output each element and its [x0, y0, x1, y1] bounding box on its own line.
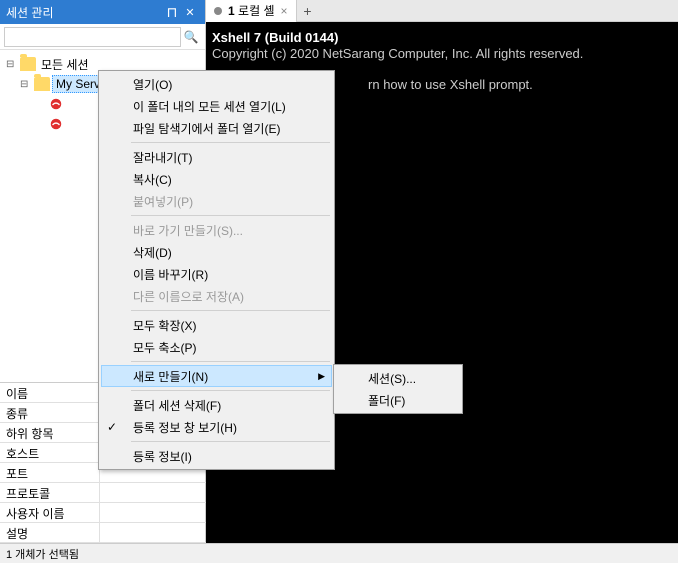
search-bar: 🔍 — [0, 24, 205, 50]
prop-label: 호스트 — [0, 443, 100, 462]
menu-item[interactable]: 등록 정보 창 보기(H)✓ — [101, 416, 332, 438]
status-bar: 1 개체가 선택됨 — [0, 543, 678, 563]
menu-item[interactable]: 모두 확장(X) — [101, 314, 332, 336]
prop-value — [100, 503, 206, 522]
pin-icon[interactable]: ⊓ — [163, 3, 181, 21]
sidebar-title: 세션 관리 — [6, 4, 163, 21]
menu-separator — [131, 310, 330, 311]
menu-item[interactable]: 새로 만들기(N)▶ — [101, 365, 332, 387]
search-input[interactable] — [4, 27, 181, 47]
session-icon — [48, 116, 64, 132]
collapse-icon[interactable]: ⊟ — [20, 79, 32, 90]
menu-item[interactable]: 삭제(D) — [101, 241, 332, 263]
menu-separator — [131, 215, 330, 216]
menu-item[interactable]: 이 폴더 내의 모든 세션 열기(L) — [101, 95, 332, 117]
collapse-icon[interactable]: ⊟ — [6, 59, 18, 70]
check-icon: ✓ — [107, 420, 117, 434]
prop-label: 사용자 이름 — [0, 503, 100, 522]
terminal-line: rn how to use Xshell prompt. — [368, 77, 533, 92]
prop-label: 하위 항목 — [0, 423, 100, 442]
menu-item[interactable]: 폴더 세션 삭제(F) — [101, 394, 332, 416]
prop-row: 프로토콜 — [0, 483, 206, 503]
terminal-line: Copyright (c) 2020 NetSarang Computer, I… — [212, 46, 583, 61]
terminal-line: Xshell 7 (Build 0144) — [212, 30, 338, 45]
search-icon[interactable]: 🔍 — [181, 30, 201, 44]
menu-item: 붙여넣기(P) — [101, 190, 332, 212]
prop-label: 포트 — [0, 463, 100, 482]
menu-item[interactable]: 등록 정보(I) — [101, 445, 332, 467]
menu-item[interactable]: 복사(C) — [101, 168, 332, 190]
menu-item: 다른 이름으로 저장(A) — [101, 285, 332, 307]
menu-separator — [131, 390, 330, 391]
prop-row: 사용자 이름 — [0, 503, 206, 523]
folder-icon — [34, 77, 50, 91]
tab-bar: 1 로컬 셸 × + — [206, 0, 678, 22]
folder-icon — [20, 57, 36, 71]
tab-add-button[interactable]: + — [297, 3, 319, 19]
menu-separator — [131, 441, 330, 442]
tree-label-root: 모든 세션 — [38, 55, 92, 74]
tab-label: 1 로컬 셸 — [228, 2, 275, 19]
status-text: 1 개체가 선택됨 — [6, 549, 79, 561]
menu-item[interactable]: 파일 탐색기에서 폴더 열기(E) — [101, 117, 332, 139]
menu-item[interactable]: 이름 바꾸기(R) — [101, 263, 332, 285]
session-icon — [48, 96, 64, 112]
menu-separator — [131, 361, 330, 362]
menu-item[interactable]: 잘라내기(T) — [101, 146, 332, 168]
submenu-new: 세션(S)...폴더(F) — [333, 364, 463, 414]
prop-label: 종류 — [0, 403, 100, 422]
prop-label: 설명 — [0, 523, 100, 542]
submenu-item[interactable]: 세션(S)... — [336, 367, 460, 389]
tab-close-icon[interactable]: × — [281, 4, 288, 18]
prop-row: 설명 — [0, 523, 206, 543]
menu-item[interactable]: 열기(O) — [101, 73, 332, 95]
prop-label: 프로토콜 — [0, 483, 100, 502]
menu-separator — [131, 142, 330, 143]
menu-item: 바로 가기 만들기(S)... — [101, 219, 332, 241]
close-icon[interactable]: ✕ — [181, 3, 199, 21]
prop-value — [100, 523, 206, 542]
prop-label: 이름 — [0, 383, 100, 402]
menu-item[interactable]: 모두 축소(P) — [101, 336, 332, 358]
tab-local-shell[interactable]: 1 로컬 셸 × — [206, 0, 297, 22]
tab-status-icon — [214, 7, 222, 15]
prop-value — [100, 483, 206, 502]
sidebar-header: 세션 관리 ⊓ ✕ — [0, 0, 205, 24]
submenu-arrow-icon: ▶ — [318, 371, 325, 382]
context-menu: 열기(O)이 폴더 내의 모든 세션 열기(L)파일 탐색기에서 폴더 열기(E… — [98, 70, 335, 470]
submenu-item[interactable]: 폴더(F) — [336, 389, 460, 411]
